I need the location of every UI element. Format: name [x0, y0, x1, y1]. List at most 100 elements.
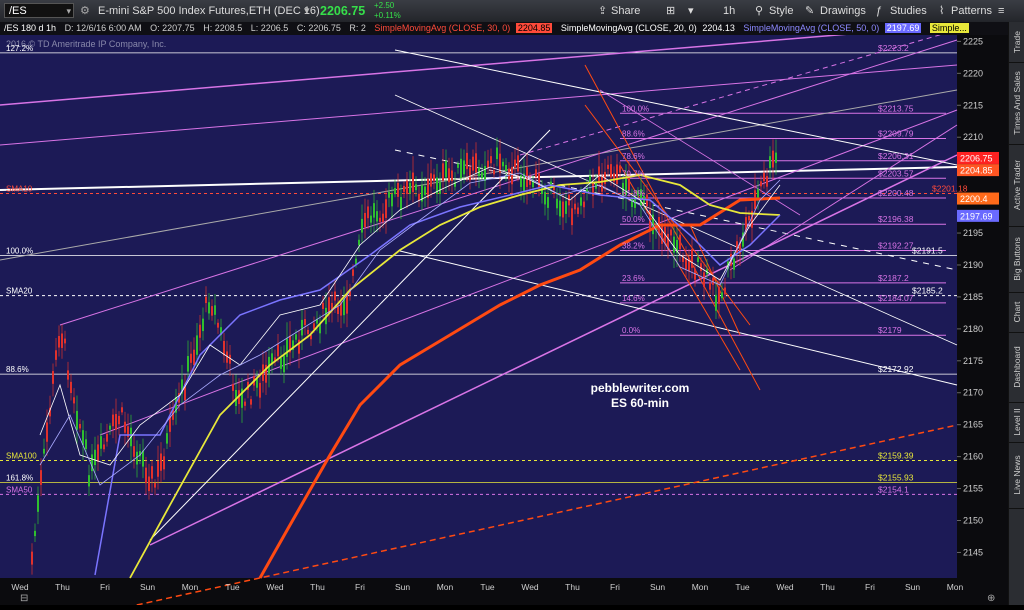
candle-body — [124, 421, 126, 433]
candle-body — [424, 186, 426, 195]
candle-body — [34, 530, 36, 537]
sma30-value: 2204.85 — [515, 23, 553, 33]
tab-level-ii[interactable]: Level II — [1009, 402, 1024, 443]
candle-body — [70, 381, 72, 394]
sma-label: SMA50 — [6, 485, 33, 494]
tab-active-trader[interactable]: Active Trader — [1009, 144, 1024, 227]
tab-label: Times And Sales — [1012, 71, 1022, 135]
tab-trade[interactable]: Trade — [1009, 22, 1024, 63]
candle-body — [463, 160, 465, 175]
tab-chart[interactable]: Chart — [1009, 292, 1024, 333]
style-icon[interactable]: ⚲ — [755, 0, 763, 22]
tab-label: Active Trader — [1012, 159, 1022, 211]
candle-body — [304, 318, 306, 326]
candle-body — [559, 200, 561, 217]
scroll-icon[interactable]: ⊟ — [20, 593, 28, 604]
drawings-icon[interactable]: ✎ — [805, 0, 814, 22]
patterns-button[interactable]: Patterns — [951, 0, 992, 22]
candle-body — [160, 453, 162, 471]
y-tick-label: 2210 — [963, 132, 983, 142]
share-button[interactable]: Share — [611, 0, 640, 22]
candle-body — [232, 384, 234, 391]
tab-dashboard[interactable]: Dashboard — [1009, 332, 1024, 403]
candle-body — [259, 382, 261, 398]
symbol-input[interactable]: /ES ▾ — [4, 3, 74, 18]
gear-icon[interactable]: ⚙ — [80, 0, 90, 22]
price-level-label: $2201.18 — [932, 184, 968, 194]
chevron-down-icon[interactable]: ▾ — [66, 4, 71, 19]
x-tick-label: Fri — [355, 582, 365, 592]
studies-button[interactable]: Studies — [890, 0, 927, 22]
price-level-label: $2203.57 — [878, 168, 914, 178]
studies-icon[interactable]: ƒ — [876, 0, 882, 22]
candle-body — [97, 444, 99, 462]
candle-body — [709, 282, 711, 290]
sma20-value: 2204.13 — [702, 23, 735, 33]
y-tick-label: 2165 — [963, 420, 983, 430]
fib-label-right: 23.6% — [622, 274, 645, 283]
style-button[interactable]: Style — [769, 0, 793, 22]
candle-body — [154, 483, 156, 488]
candle-body — [574, 203, 576, 210]
candle-body — [367, 206, 369, 219]
chevron-down-icon[interactable]: ▾ — [688, 0, 694, 22]
x-tick-label: Thu — [55, 582, 70, 592]
candle-body — [166, 433, 168, 444]
candle-body — [535, 169, 537, 177]
tab-times-and-sales[interactable]: Times And Sales — [1009, 62, 1024, 145]
tab-label: Trade — [1012, 31, 1022, 53]
candle-body — [556, 198, 558, 209]
candle-body — [601, 175, 603, 192]
candle-body — [157, 460, 159, 477]
candle-body — [79, 424, 81, 429]
candle-body — [43, 448, 45, 454]
y-tick-label: 2160 — [963, 452, 983, 462]
candle-body — [106, 433, 108, 442]
share-icon[interactable]: ⇪ — [598, 0, 607, 22]
candle-body — [334, 291, 336, 301]
drawings-button[interactable]: Drawings — [820, 0, 866, 22]
price-badge-label: 2204.85 — [960, 166, 993, 176]
tab-live-news[interactable]: Live News — [1009, 442, 1024, 509]
timeframe-button[interactable]: 1h — [723, 0, 735, 22]
chart-svg[interactable]: 2016 © TD Ameritrade IP Company, Inc. 12… — [0, 24, 1008, 610]
x-tick-label: Mon — [182, 582, 199, 592]
status-high: H: 2208.5 — [203, 23, 243, 33]
candle-body — [55, 350, 57, 360]
candle-body — [121, 407, 123, 413]
candle-body — [196, 335, 198, 355]
candle-body — [580, 197, 582, 206]
candle-body — [52, 371, 54, 384]
price-level-label: $2192.27 — [878, 240, 914, 250]
chevron-down-icon[interactable]: ▾ — [304, 0, 310, 22]
price-level-label: $2206.31 — [878, 151, 914, 161]
symbol-description: E-mini S&P 500 Index Futures,ETH (DEC 16… — [98, 5, 320, 17]
candle-body — [283, 355, 285, 373]
candle-body — [487, 160, 489, 169]
menu-icon[interactable]: ≡ — [998, 0, 1004, 22]
candle-body — [352, 269, 354, 276]
tab-big-buttons[interactable]: Big Buttons — [1009, 226, 1024, 293]
candle-body — [772, 150, 774, 168]
patterns-icon[interactable]: ⌇ — [939, 0, 944, 22]
candle-body — [217, 322, 219, 328]
price-chart[interactable]: 2016 © TD Ameritrade IP Company, Inc. 12… — [0, 24, 1008, 610]
candle-body — [223, 340, 225, 356]
x-tick-label: Wed — [11, 582, 29, 592]
x-tick-label: Tue — [480, 582, 495, 592]
candle-body — [685, 258, 687, 270]
candle-body — [211, 306, 213, 316]
fib-label-right: 38.2% — [622, 241, 645, 250]
x-tick-label: Thu — [820, 582, 835, 592]
candle-body — [94, 449, 96, 466]
candle-body — [547, 197, 549, 208]
plot-area — [0, 35, 957, 578]
time-frame-icon[interactable]: ⊞ — [666, 0, 675, 22]
fib-label-right: 100.0% — [622, 104, 649, 113]
x-tick-label: Wed — [521, 582, 539, 592]
zoom-icon[interactable]: ⊕ — [987, 593, 995, 604]
candle-body — [577, 207, 579, 214]
candle-body — [73, 397, 75, 404]
side-tab-strip: Trade Times And Sales Active Trader Big But… — [1008, 22, 1024, 605]
y-tick-label: 2220 — [963, 68, 983, 78]
